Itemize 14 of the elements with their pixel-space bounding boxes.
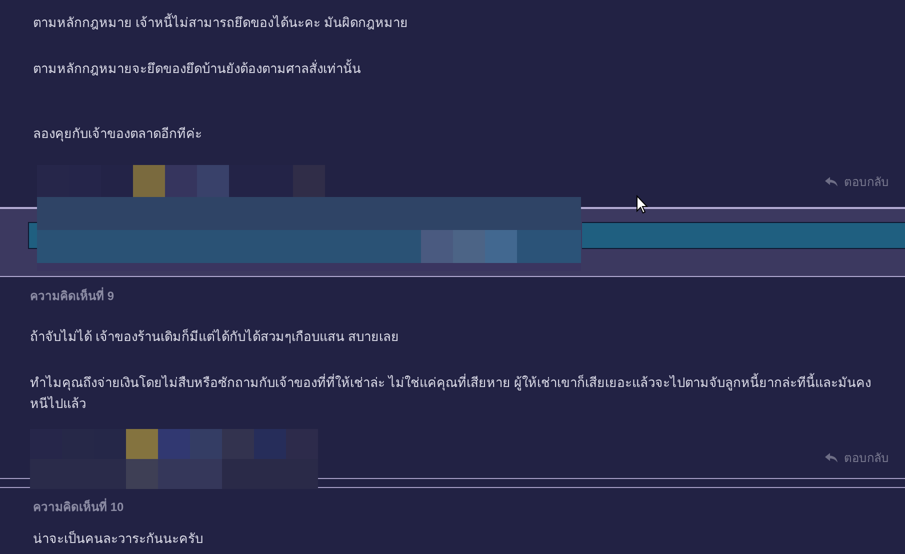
reply-link[interactable]: ตอบกลับ bbox=[825, 448, 889, 467]
reply-icon bbox=[825, 452, 838, 462]
reply-link[interactable]: ตอบกลับ bbox=[825, 172, 889, 191]
comment-text: ลองคุยกับเจ้าของตลาดอีกทีค่ะ bbox=[33, 125, 203, 144]
comment-text: ถ้าจับไม่ได้ เจ้าของร้านเดิมก็มีแต่ได้กับได้สวมๆเกือบแสน สบายเลย bbox=[30, 328, 400, 346]
comment-text: ตามหลักกฎหมายจะยึดของยึดบ้านยังต้องตามศาลสั่งเท่านั้น bbox=[33, 58, 362, 78]
comment-number: ความคิดเห็นที่ 9 bbox=[30, 287, 116, 305]
cursor-icon bbox=[636, 195, 648, 214]
comment-number: ความคิดเห็นที่ 10 bbox=[33, 498, 125, 516]
comment-text: น่าจะเป็นคนละวาระกันนะครับ bbox=[33, 530, 204, 548]
reply-icon bbox=[825, 176, 838, 186]
bar-edge bbox=[28, 222, 37, 249]
comment-text: ทำไมคุณถึงจ่ายเงินโดยไม่สืบหรือซักถามกับเจ้าของที่ที่ให้เช่าล่ะ ไม่ใช่แค่คุณที่เสียหาย ผู้ให้เช่าเขาก็เสียเยอะแล้วจะไปตามจับลูกหนี้ยากล่ะทีนี้และมันคงหนีไปแล้ว bbox=[30, 372, 872, 413]
comment-text: ตามหลักกฎหมาย เจ้าหนี้ไม่สามารถยึดของได้นะคะ มันผิดกฎหมาย bbox=[33, 12, 410, 32]
